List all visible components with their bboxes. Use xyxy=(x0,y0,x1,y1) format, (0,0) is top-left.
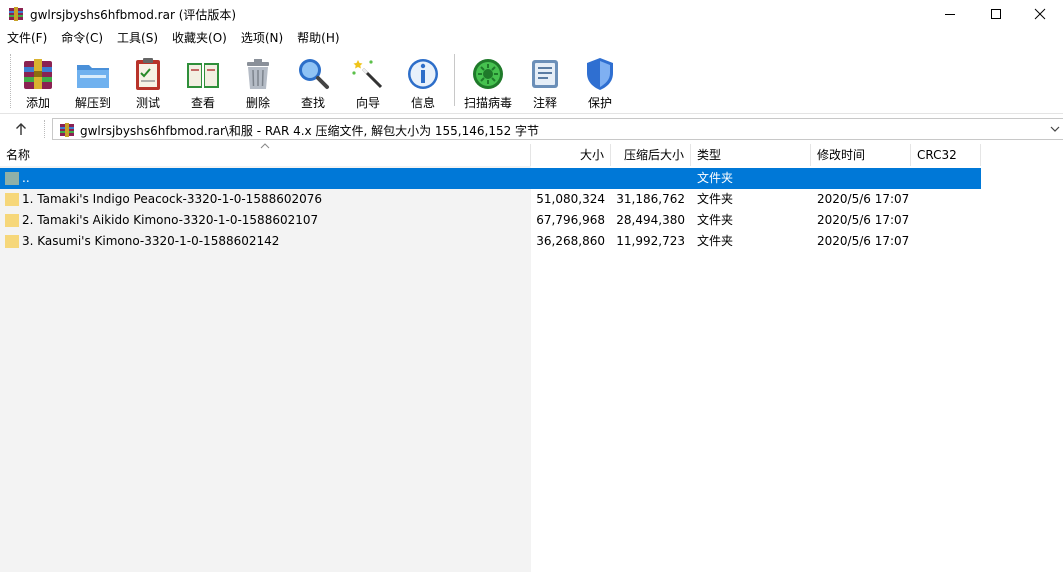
file-list: 名称 大小 压缩后大小 类型 修改时间 CRC32 .. 文件夹 1. Tama… xyxy=(0,143,1063,572)
column-header-size[interactable]: 大小 xyxy=(531,144,611,166)
title-bar: gwlrsjbyshs6hfbmod.rar (评估版本) xyxy=(0,0,1063,28)
info-button[interactable]: 信息 xyxy=(395,52,451,112)
address-bar: gwlrsjbyshs6hfbmod.rar\和服 - RAR 4.x 压缩文件… xyxy=(0,116,1063,142)
menu-file[interactable]: 文件(F) xyxy=(0,28,54,48)
row-modified: 2020/5/6 17:07 xyxy=(817,213,909,227)
delete-label: 删除 xyxy=(245,96,270,110)
row-packed-size: 11,992,723 xyxy=(616,234,685,248)
view-label: 查看 xyxy=(190,96,215,110)
row-name: 3. Kasumi's Kimono-3320-1-0-1588602142 xyxy=(22,234,280,248)
protect-label: 保护 xyxy=(587,96,612,110)
menu-commands[interactable]: 命令(C) xyxy=(54,28,110,48)
menu-favorites[interactable]: 收藏夹(O) xyxy=(165,28,234,48)
row-type: 文件夹 xyxy=(697,192,734,206)
row-crc32 xyxy=(917,168,979,189)
menu-bar: 文件(F) 命令(C) 工具(S) 收藏夹(O) 选项(N) 帮助(H) xyxy=(0,28,1063,48)
address-separator xyxy=(44,120,45,138)
row-name: 1. Tamaki's Indigo Peacock-3320-1-0-1588… xyxy=(22,192,323,206)
table-row[interactable]: 2. Tamaki's Aikido Kimono-3320-1-0-15886… xyxy=(0,210,981,231)
view-button[interactable]: 查看 xyxy=(175,52,231,112)
window-title: gwlrsjbyshs6hfbmod.rar (评估版本) xyxy=(30,8,237,22)
row-name: 2. Tamaki's Aikido Kimono-3320-1-0-15886… xyxy=(22,213,319,227)
row-type: 文件夹 xyxy=(697,234,734,248)
list-header: 名称 大小 压缩后大小 类型 修改时间 CRC32 xyxy=(0,143,1063,166)
scan-virus-button[interactable]: 扫描病毒 xyxy=(460,52,516,112)
row-type: 文件夹 xyxy=(697,213,734,227)
wizard-label: 向导 xyxy=(355,96,380,110)
table-row-parent[interactable]: .. 文件夹 xyxy=(0,168,981,189)
address-path-field[interactable]: gwlrsjbyshs6hfbmod.rar\和服 - RAR 4.x 压缩文件… xyxy=(52,118,1063,140)
row-modified xyxy=(817,168,909,189)
comment-button[interactable]: 注释 xyxy=(517,52,573,112)
toolbar: 添加 解压到 测试 查看 删除 查找 向导 信息 扫描病毒 注释 保护 xyxy=(0,48,1063,114)
up-folder-button[interactable] xyxy=(10,119,32,139)
row-modified: 2020/5/6 17:07 xyxy=(817,234,909,248)
add-archive-icon xyxy=(24,59,52,89)
menu-tools[interactable]: 工具(S) xyxy=(110,28,165,48)
menu-options[interactable]: 选项(N) xyxy=(234,28,290,48)
find-button[interactable]: 查找 xyxy=(285,52,341,112)
row-name: .. xyxy=(22,171,30,185)
maximize-button[interactable] xyxy=(973,0,1019,28)
extract-to-button[interactable]: 解压到 xyxy=(65,52,121,112)
info-icon xyxy=(408,59,438,89)
table-row[interactable]: 1. Tamaki's Indigo Peacock-3320-1-0-1588… xyxy=(0,189,981,210)
find-label: 查找 xyxy=(300,96,325,110)
minimize-button[interactable] xyxy=(927,0,973,28)
toolbar-separator xyxy=(454,54,455,106)
close-button[interactable] xyxy=(1017,0,1063,28)
row-size: 36,268,860 xyxy=(536,234,605,248)
up-arrow-icon xyxy=(16,123,26,135)
wizard-button[interactable]: 向导 xyxy=(340,52,396,112)
minimize-icon xyxy=(945,14,955,15)
test-clipboard-icon xyxy=(136,58,160,90)
extract-folder-icon xyxy=(77,65,109,88)
view-book-icon xyxy=(187,63,219,88)
chevron-down-icon[interactable] xyxy=(1049,123,1061,135)
row-crc32 xyxy=(917,231,979,252)
table-row[interactable]: 3. Kasumi's Kimono-3320-1-0-1588602142 3… xyxy=(0,231,981,252)
column-header-modified[interactable]: 修改时间 xyxy=(811,144,911,166)
add-label: 添加 xyxy=(25,96,50,110)
row-packed-size xyxy=(611,168,685,189)
extract-to-label: 解压到 xyxy=(74,96,111,110)
row-type: 文件夹 xyxy=(697,171,734,185)
folder-icon xyxy=(5,193,19,206)
test-label: 测试 xyxy=(135,96,160,110)
row-crc32 xyxy=(917,210,979,231)
rar-archive-icon xyxy=(60,123,74,137)
test-button[interactable]: 测试 xyxy=(120,52,176,112)
maximize-icon xyxy=(991,9,1001,19)
comment-label: 注释 xyxy=(532,96,557,110)
column-header-type[interactable]: 类型 xyxy=(691,144,811,166)
winrar-app-icon xyxy=(9,7,23,21)
delete-button[interactable]: 删除 xyxy=(230,52,286,112)
column-header-packed-size[interactable]: 压缩后大小 xyxy=(611,144,691,166)
folder-icon xyxy=(5,235,19,248)
scan-virus-label: 扫描病毒 xyxy=(463,96,512,110)
protect-button[interactable]: 保护 xyxy=(572,52,628,112)
close-icon xyxy=(1034,8,1046,20)
comment-icon xyxy=(532,60,558,88)
address-path-text: gwlrsjbyshs6hfbmod.rar\和服 - RAR 4.x 压缩文件… xyxy=(80,124,540,138)
folder-icon xyxy=(5,214,19,227)
sort-ascending-icon xyxy=(260,143,270,149)
parent-folder-icon xyxy=(5,172,19,185)
virus-scan-icon xyxy=(473,59,503,89)
add-button[interactable]: 添加 xyxy=(10,52,66,112)
shield-icon xyxy=(587,58,613,90)
wizard-wand-icon xyxy=(352,60,383,89)
row-packed-size: 31,186,762 xyxy=(616,192,685,206)
column-header-crc32[interactable]: CRC32 xyxy=(911,144,981,166)
trash-icon xyxy=(247,59,269,89)
magnifier-icon xyxy=(299,59,329,89)
menu-help[interactable]: 帮助(H) xyxy=(290,28,346,48)
row-packed-size: 28,494,380 xyxy=(616,213,685,227)
row-size: 67,796,968 xyxy=(536,213,605,227)
row-modified: 2020/5/6 17:07 xyxy=(817,192,909,206)
info-label: 信息 xyxy=(410,96,435,110)
row-size: 51,080,324 xyxy=(536,192,605,206)
row-size xyxy=(531,168,605,189)
row-crc32 xyxy=(917,189,979,210)
